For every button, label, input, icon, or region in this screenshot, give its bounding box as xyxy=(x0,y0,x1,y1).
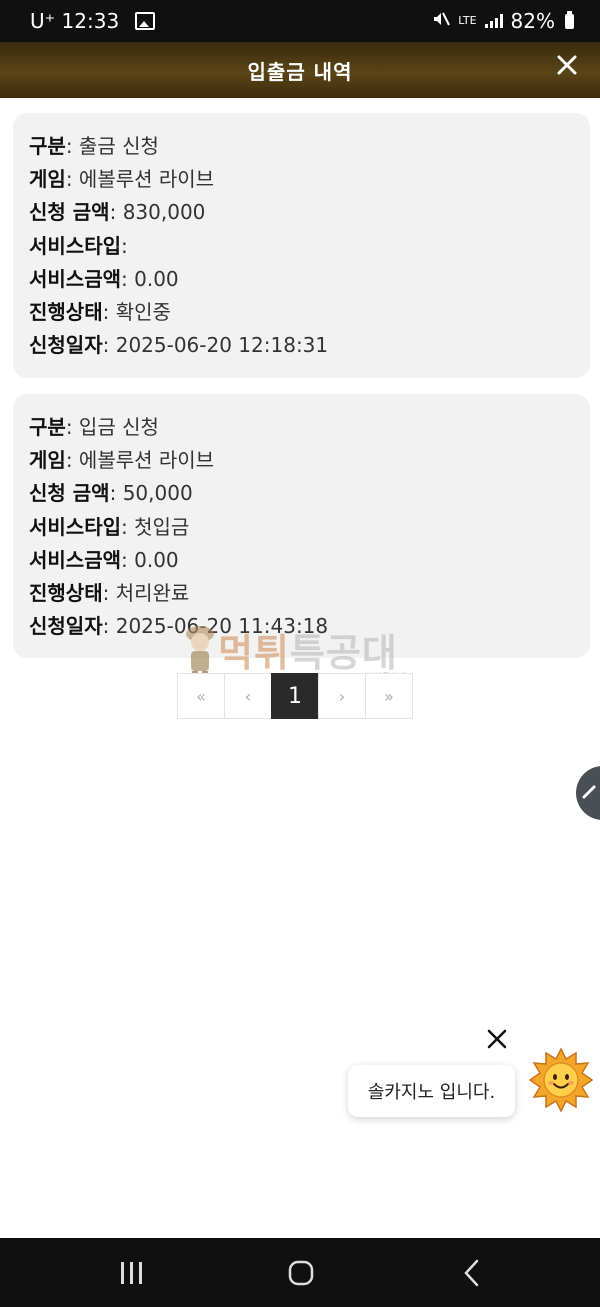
back-icon xyxy=(464,1259,479,1286)
chat-avatar-button[interactable] xyxy=(528,1047,594,1113)
amount-value: 830,000 xyxy=(122,200,206,225)
prev-page-button[interactable]: ‹ xyxy=(224,673,272,719)
date-label: 신청일자 xyxy=(29,333,103,358)
type-row: 구분: 출금 신청 xyxy=(29,134,159,158)
sun-avatar-icon xyxy=(528,1047,594,1113)
home-button[interactable] xyxy=(261,1238,341,1307)
back-button[interactable] xyxy=(432,1238,512,1307)
date-value: 2025-06-20 11:43:18 xyxy=(115,614,329,639)
network-type: LTE xyxy=(458,14,477,27)
service-type-label: 서비스타입 xyxy=(29,233,121,258)
signal-icon xyxy=(484,14,503,28)
page-title: 입출금 내역 xyxy=(247,59,353,84)
service-amount-label: 서비스금액 xyxy=(29,266,121,291)
service-amount-value: 0.00 xyxy=(134,266,179,291)
home-icon xyxy=(288,1260,314,1285)
amount-label: 신청 금액 xyxy=(29,200,110,225)
game-value: 에볼루션 라이브 xyxy=(78,167,215,192)
date-row: 신청일자: 2025-06-20 11:43:18 xyxy=(29,614,329,639)
status-bar: U⁺ 12:33 LTE 82% xyxy=(0,0,600,42)
game-label: 게임 xyxy=(29,167,66,192)
status-bar-left: U⁺ 12:33 xyxy=(30,9,156,33)
chat-message: 솔카지노 입니다. xyxy=(367,1082,496,1103)
system-nav-bar xyxy=(0,1238,600,1307)
type-label: 구분 xyxy=(29,134,66,158)
status-bar-right: LTE 82% xyxy=(432,9,574,33)
status-label: 진행상태 xyxy=(29,581,103,606)
service-type-row: 서비스타입: 첫입금 xyxy=(29,514,190,539)
pagination: « ‹ 1 › » xyxy=(177,673,413,719)
amount-value: 50,000 xyxy=(122,481,193,506)
battery-icon xyxy=(565,10,574,29)
battery-percent: 82% xyxy=(510,9,555,33)
status-label: 진행상태 xyxy=(29,300,103,325)
chat-message-bubble[interactable]: 솔카지노 입니다. xyxy=(348,1065,515,1117)
status-row: 진행상태: 확인중 xyxy=(29,300,171,325)
service-amount-row: 서비스금액: 0.00 xyxy=(29,266,179,291)
service-amount-row: 서비스금액: 0.00 xyxy=(29,547,179,572)
service-type-value: 첫입금 xyxy=(134,514,190,539)
game-value: 에볼루션 라이브 xyxy=(78,448,215,473)
type-value: 출금 신청 xyxy=(78,134,159,158)
first-page-button[interactable]: « xyxy=(177,673,225,719)
recent-apps-button[interactable] xyxy=(92,1238,172,1307)
amount-label: 신청 금액 xyxy=(29,481,110,506)
last-page-button[interactable]: » xyxy=(365,673,413,719)
amount-row: 신청 금액: 50,000 xyxy=(29,481,193,506)
recent-apps-icon xyxy=(121,1261,142,1284)
game-row: 게임: 에볼루션 라이브 xyxy=(29,448,215,473)
page-1-button[interactable]: 1 xyxy=(271,673,319,719)
service-type-label: 서비스타입 xyxy=(29,514,121,539)
mute-icon xyxy=(432,10,451,32)
service-type-row: 서비스타입: xyxy=(29,233,128,258)
chevron-up-icon xyxy=(582,785,596,799)
close-icon xyxy=(557,55,577,75)
page-header: 입출금 내역 xyxy=(0,42,600,98)
next-page-button[interactable]: › xyxy=(318,673,366,719)
date-row: 신청일자: 2025-06-20 12:18:31 xyxy=(29,333,329,358)
game-label: 게임 xyxy=(29,448,66,473)
date-value: 2025-06-20 12:18:31 xyxy=(115,333,329,358)
type-row: 구분: 입금 신청 xyxy=(29,415,159,439)
type-value: 입금 신청 xyxy=(78,415,159,439)
scroll-top-button[interactable] xyxy=(576,766,600,820)
carrier-time: U⁺ 12:33 xyxy=(30,9,120,33)
close-icon xyxy=(487,1029,507,1049)
service-amount-label: 서비스금액 xyxy=(29,547,121,572)
chat-close-button[interactable] xyxy=(486,1028,508,1050)
type-label: 구분 xyxy=(29,415,66,439)
status-row: 진행상태: 처리완료 xyxy=(29,581,190,606)
status-value: 확인중 xyxy=(115,300,171,325)
service-amount-value: 0.00 xyxy=(134,547,179,572)
date-label: 신청일자 xyxy=(29,614,103,639)
game-row: 게임: 에볼루션 라이브 xyxy=(29,167,215,192)
close-button[interactable] xyxy=(554,52,580,78)
amount-row: 신청 금액: 830,000 xyxy=(29,200,206,225)
gallery-icon xyxy=(135,12,156,30)
transaction-card: 구분: 출금 신청 게임: 에볼루션 라이브 신청 금액: 830,000 서비… xyxy=(13,113,590,378)
status-value: 처리완료 xyxy=(115,581,190,606)
transaction-card: 구분: 입금 신청 게임: 에볼루션 라이브 신청 금액: 50,000 서비스… xyxy=(13,394,590,658)
